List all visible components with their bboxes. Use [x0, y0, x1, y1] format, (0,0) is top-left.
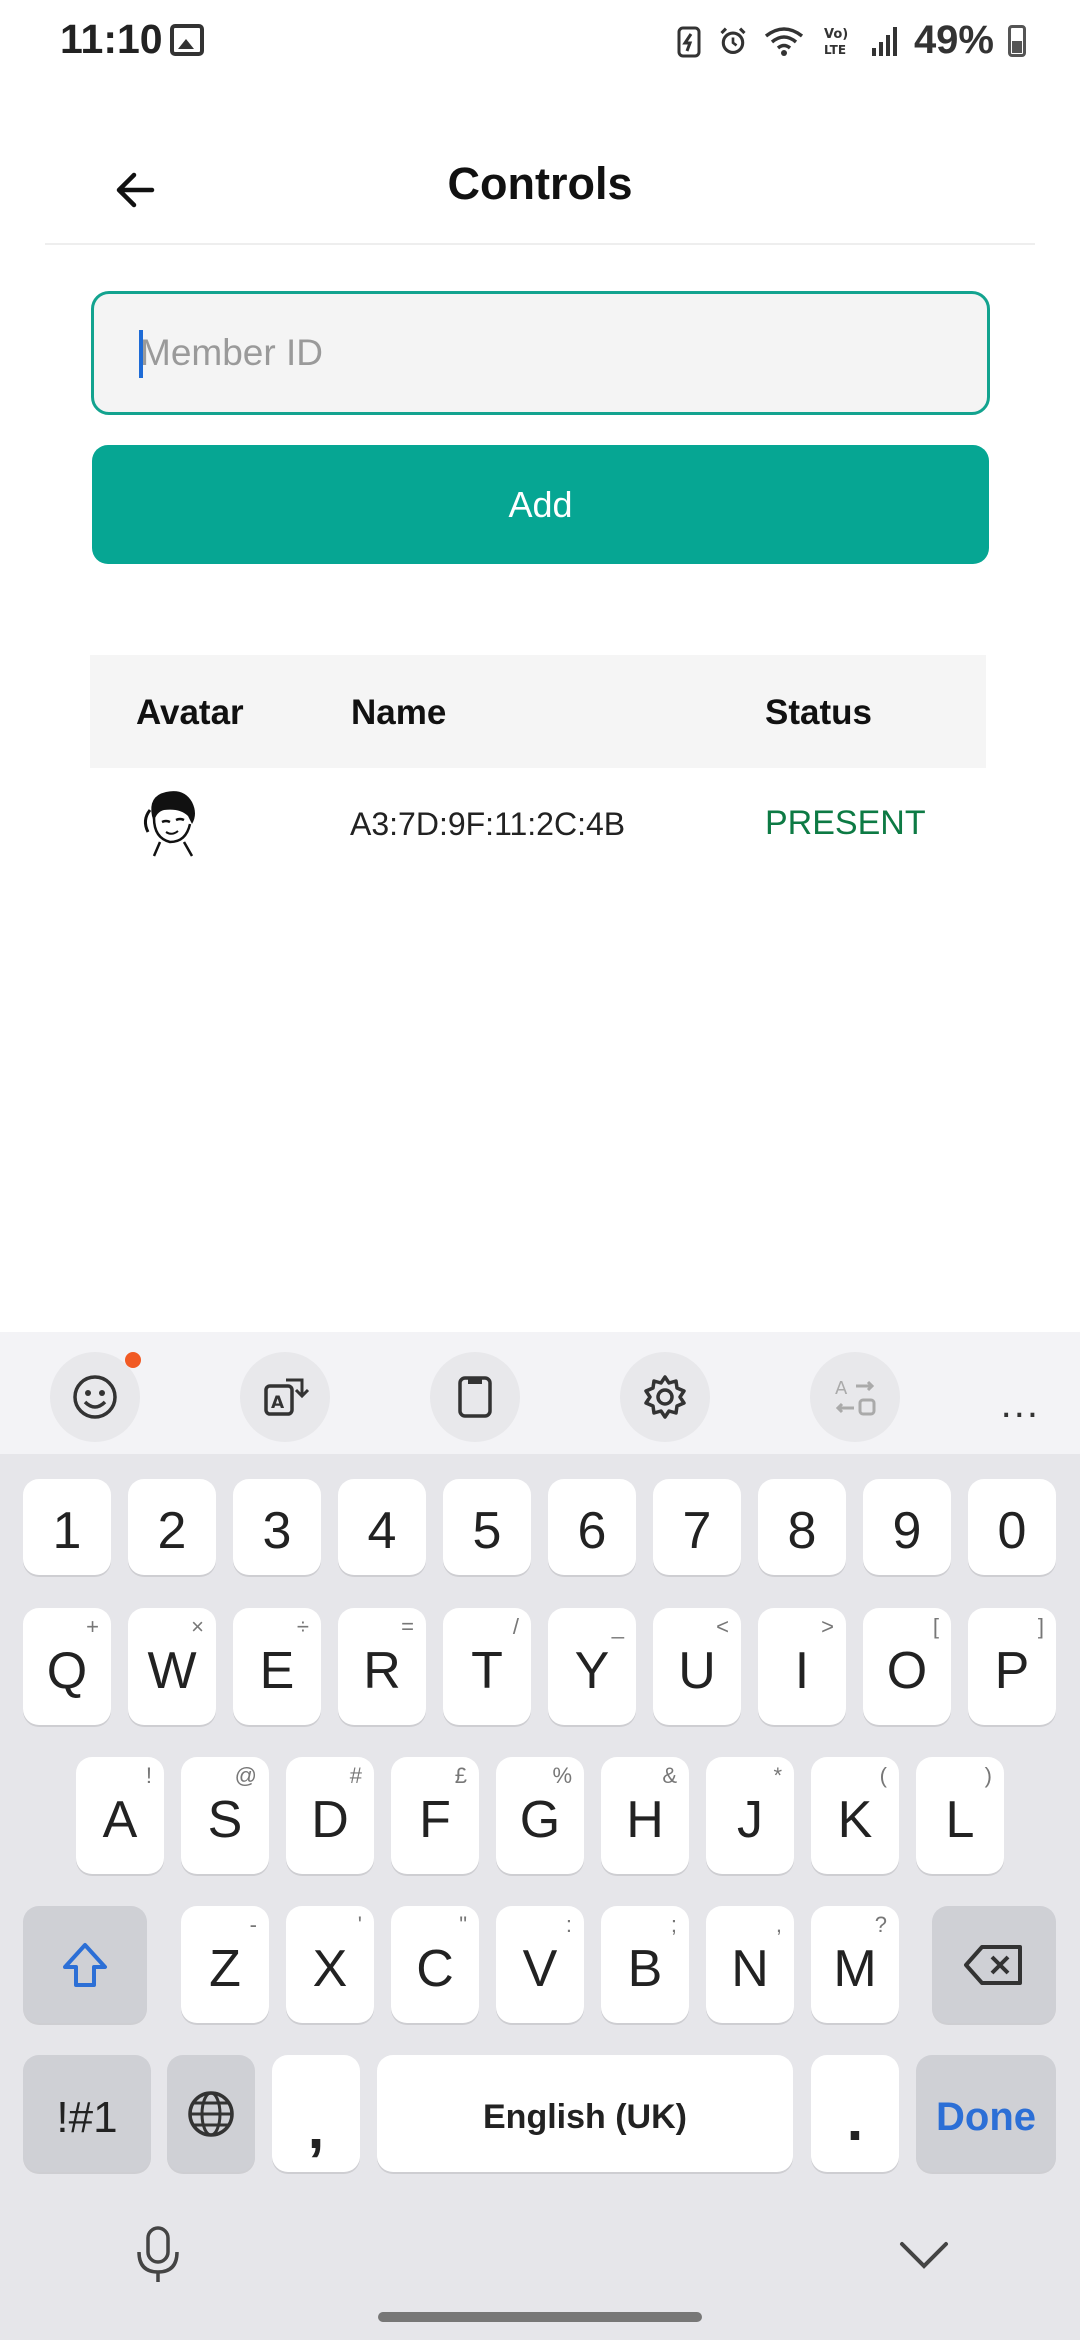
soft-keyboard: A A ... 1 2 3 4 5 6 7 8 9 0 + Q × W ÷ E = R …: [0, 1332, 1080, 2340]
key-g[interactable]: % G: [496, 1757, 584, 1874]
status-icons: Vo) LTE 49%: [674, 18, 1026, 63]
volte-icon: Vo)LTE: [824, 27, 848, 57]
page-title: Controls: [447, 158, 633, 209]
key-u[interactable]: < U: [653, 1608, 741, 1725]
member-id-input[interactable]: [140, 294, 960, 412]
microphone-icon[interactable]: [131, 2224, 185, 2284]
translate-button[interactable]: A: [240, 1352, 330, 1442]
key-f[interactable]: £ F: [391, 1757, 479, 1874]
more-options-button[interactable]: ...: [1001, 1382, 1040, 1427]
key-o[interactable]: [O: [863, 1608, 951, 1725]
key-s[interactable]: @ S: [181, 1757, 269, 1874]
add-button[interactable]: Add: [92, 445, 989, 564]
column-header-avatar: Avatar: [136, 693, 244, 732]
member-id-field[interactable]: [91, 291, 990, 415]
battery-percent: 49%: [913, 18, 994, 62]
table-header: Avatar Name Status: [90, 655, 986, 768]
battery-saver-icon: [677, 26, 701, 57]
settings-icon: [644, 1375, 686, 1419]
key-y[interactable]: _ Y: [548, 1608, 636, 1725]
battery-icon: [1008, 24, 1026, 57]
key-3[interactable]: 3: [233, 1479, 321, 1575]
space-key[interactable]: English (UK): [377, 2055, 793, 2172]
wifi-icon: [764, 26, 804, 56]
key-l[interactable]: ) L: [916, 1757, 1004, 1874]
members-table: Avatar Name Status A3:7D:9F:11:2C:4B PRE…: [90, 655, 986, 878]
key-w[interactable]: × W: [128, 1608, 216, 1725]
emoji-icon: [73, 1375, 117, 1419]
key-z[interactable]: -Z: [181, 1906, 269, 2023]
key-2[interactable]: 2: [128, 1479, 216, 1575]
app-header: Controls: [45, 130, 1035, 245]
column-header-status: Status: [765, 693, 872, 732]
key-7[interactable]: 7: [653, 1479, 741, 1575]
key-c[interactable]: " C: [391, 1906, 479, 2023]
symbols-key[interactable]: !#1: [23, 2055, 151, 2172]
table-row[interactable]: A3:7D:9F:11:2C:4B PRESENT: [90, 768, 986, 878]
column-header-name: Name: [351, 693, 447, 732]
clipboard-button[interactable]: [430, 1352, 520, 1442]
period-key[interactable]: .: [811, 2055, 899, 2172]
keyboard-settings-button[interactable]: [620, 1352, 710, 1442]
hide-keyboard-icon[interactable]: [898, 2236, 950, 2272]
language-key[interactable]: [167, 2055, 255, 2172]
svg-text:A: A: [271, 1393, 285, 1413]
clipboard-icon: [458, 1376, 492, 1418]
text-convert-button[interactable]: A: [810, 1352, 900, 1442]
comma-key[interactable]: ,: [272, 2055, 360, 2172]
key-4[interactable]: 4: [338, 1479, 426, 1575]
key-t[interactable]: / T: [443, 1608, 531, 1725]
key-k[interactable]: (K: [811, 1757, 899, 1874]
status-badge: PRESENT: [765, 804, 926, 842]
key-p[interactable]: ] P: [968, 1608, 1056, 1725]
key-6[interactable]: 6: [548, 1479, 636, 1575]
key-j[interactable]: * J: [706, 1757, 794, 1874]
globe-icon: [188, 2090, 234, 2137]
key-h[interactable]: & H: [601, 1757, 689, 1874]
key-8[interactable]: 8: [758, 1479, 846, 1575]
text-convert-icon: A: [835, 1378, 876, 1416]
key-i[interactable]: > I: [758, 1608, 846, 1725]
svg-text:A: A: [835, 1378, 848, 1399]
translate-icon: A: [264, 1378, 310, 1416]
key-1[interactable]: 1: [23, 1479, 111, 1575]
backspace-key[interactable]: [932, 1906, 1056, 2023]
key-m[interactable]: ? M: [811, 1906, 899, 2023]
shift-icon: [63, 1942, 107, 1987]
home-indicator[interactable]: [378, 2312, 702, 2322]
svg-text:Vo): Vo): [824, 27, 848, 42]
key-d[interactable]: # D: [286, 1757, 374, 1874]
notification-dot: [125, 1352, 141, 1368]
avatar-image: [143, 791, 195, 857]
shift-key[interactable]: [23, 1906, 147, 2023]
key-9[interactable]: 9: [863, 1479, 951, 1575]
alarm-icon: [720, 27, 746, 54]
member-name: A3:7D:9F:11:2C:4B: [350, 806, 626, 842]
keyboard-toolbar: A A ...: [0, 1332, 1080, 1454]
key-x[interactable]: ' X: [286, 1906, 374, 2023]
key-0[interactable]: 0: [968, 1479, 1056, 1575]
key-a[interactable]: ! A: [76, 1757, 164, 1874]
gallery-icon: [170, 24, 204, 56]
key-b[interactable]: ; B: [601, 1906, 689, 2023]
signal-icon: [871, 26, 897, 56]
key-q[interactable]: + Q: [23, 1608, 111, 1725]
key-e[interactable]: ÷ E: [233, 1608, 321, 1725]
key-r[interactable]: = R: [338, 1608, 426, 1725]
backspace-icon: [964, 1944, 1022, 1985]
key-n[interactable]: ,N: [706, 1906, 794, 2023]
key-5[interactable]: 5: [443, 1479, 531, 1575]
status-time: 11:10: [60, 16, 163, 62]
key-v[interactable]: :V: [496, 1906, 584, 2023]
svg-text:LTE: LTE: [824, 43, 846, 57]
status-bar: 11:10 Vo) LTE 49%: [0, 0, 1080, 82]
done-key[interactable]: Done: [916, 2055, 1056, 2172]
